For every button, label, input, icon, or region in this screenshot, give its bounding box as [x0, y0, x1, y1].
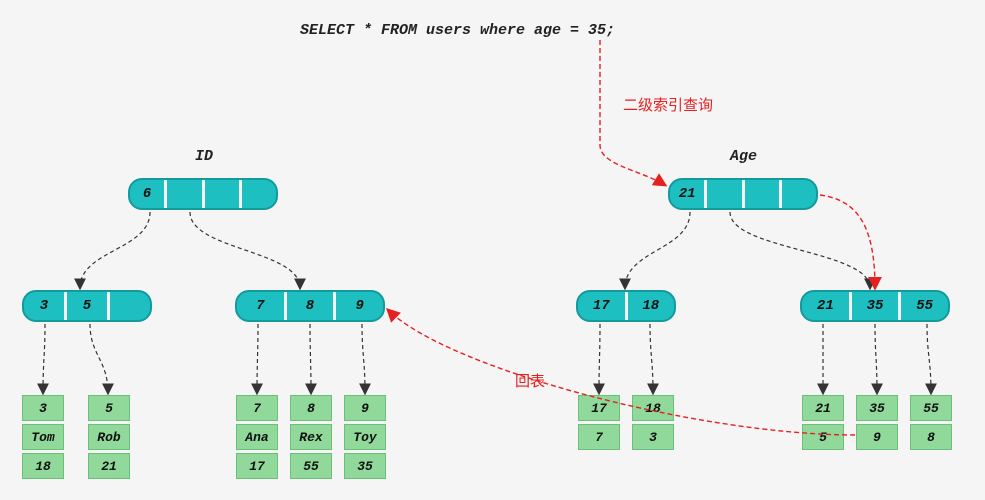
leaf-name: Ana [236, 424, 278, 450]
node-slot [167, 180, 204, 208]
id-leaf: 9 Toy 35 [344, 395, 386, 479]
node-slot [782, 180, 816, 208]
node-slot: 55 [901, 292, 948, 320]
leaf-name: Toy [344, 424, 386, 450]
age-right-node: 21 35 55 [800, 290, 950, 322]
leaf-id: 9 [856, 424, 898, 450]
node-slot: 6 [130, 180, 167, 208]
node-slot: 9 [336, 292, 383, 320]
node-slot: 17 [578, 292, 628, 320]
node-slot: 21 [802, 292, 852, 320]
sql-query: SELECT * FROM users where age = 35; [300, 22, 615, 39]
node-slot [707, 180, 744, 208]
leaf-key: 5 [88, 395, 130, 421]
leaf-id: 7 [578, 424, 620, 450]
node-slot: 21 [670, 180, 707, 208]
leaf-age: 21 [88, 453, 130, 479]
id-leaf: 5 Rob 21 [88, 395, 130, 479]
leaf-id: 8 [910, 424, 952, 450]
age-leaf: 18 3 [632, 395, 674, 450]
leaf-key: 7 [236, 395, 278, 421]
id-right-node: 7 8 9 [235, 290, 385, 322]
secondary-index-annotation: 二级索引查询 [623, 94, 713, 115]
age-leaf: 21 5 [802, 395, 844, 450]
leaf-name: Tom [22, 424, 64, 450]
id-tree-label: ID [195, 148, 213, 165]
node-slot: 7 [237, 292, 287, 320]
id-leaf: 8 Rex 55 [290, 395, 332, 479]
leaf-key: 18 [632, 395, 674, 421]
age-left-node: 17 18 [576, 290, 676, 322]
node-slot: 3 [24, 292, 67, 320]
age-leaf: 35 9 [856, 395, 898, 450]
leaf-name: Rob [88, 424, 130, 450]
id-root-node: 6 [128, 178, 278, 210]
node-slot: 18 [628, 292, 675, 320]
leaf-id: 5 [802, 424, 844, 450]
leaf-age: 18 [22, 453, 64, 479]
leaf-key: 3 [22, 395, 64, 421]
leaf-key: 35 [856, 395, 898, 421]
node-slot: 5 [67, 292, 110, 320]
leaf-key: 9 [344, 395, 386, 421]
leaf-name: Rex [290, 424, 332, 450]
leaf-age: 17 [236, 453, 278, 479]
leaf-key: 21 [802, 395, 844, 421]
leaf-key: 8 [290, 395, 332, 421]
id-leaf: 7 Ana 17 [236, 395, 278, 479]
leaf-id: 3 [632, 424, 674, 450]
age-leaf: 55 8 [910, 395, 952, 450]
age-leaf: 17 7 [578, 395, 620, 450]
node-slot [110, 292, 150, 320]
age-root-node: 21 [668, 178, 818, 210]
leaf-key: 17 [578, 395, 620, 421]
node-slot: 35 [852, 292, 902, 320]
age-tree-label: Age [730, 148, 757, 165]
id-leaf: 3 Tom 18 [22, 395, 64, 479]
back-to-table-annotation: 回表 [515, 370, 545, 391]
leaf-key: 55 [910, 395, 952, 421]
node-slot [745, 180, 782, 208]
leaf-age: 35 [344, 453, 386, 479]
node-slot: 8 [287, 292, 337, 320]
leaf-age: 55 [290, 453, 332, 479]
id-left-node: 3 5 [22, 290, 152, 322]
node-slot [242, 180, 276, 208]
node-slot [205, 180, 242, 208]
